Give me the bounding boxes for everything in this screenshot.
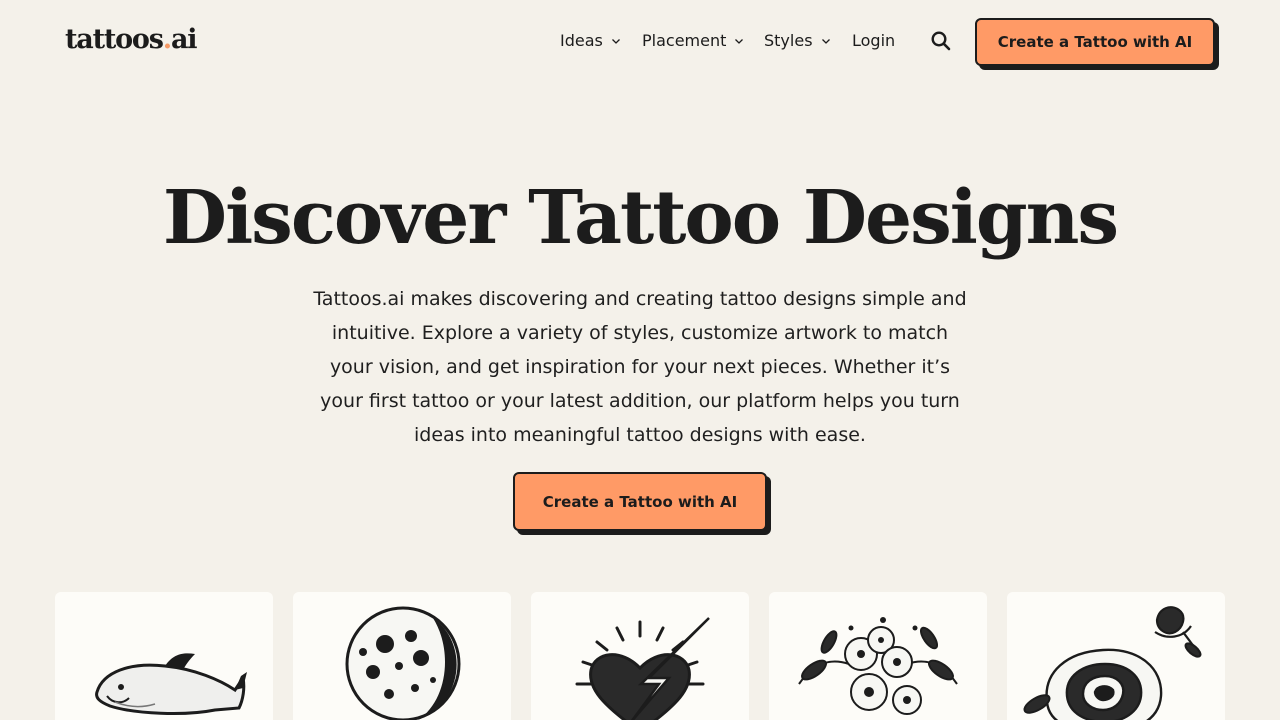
nav-styles[interactable]: Styles (764, 31, 831, 50)
site-header: tattoos.ai Ideas Placement Styles Login … (0, 0, 1280, 86)
nav-ideas[interactable]: Ideas (560, 31, 621, 50)
gallery-card-flowers[interactable] (769, 592, 987, 720)
chevron-down-icon (611, 38, 620, 44)
nav-ideas-label: Ideas (560, 31, 603, 50)
moon-tattoo-image (345, 606, 461, 720)
hero-description: Tattoos.ai makes discovering and creatin… (313, 288, 967, 446)
gallery-card-shark[interactable] (55, 592, 273, 720)
heart-lightning-tattoo-image (575, 617, 710, 720)
nav-placement[interactable]: Placement (642, 31, 744, 50)
shark-tattoo-image (95, 653, 247, 715)
create-tattoo-hero-button[interactable]: Create a Tattoo with AI (513, 472, 767, 531)
logo[interactable]: tattoos.ai (65, 24, 198, 55)
nav-login-label: Login (852, 31, 896, 50)
gallery-card-heart[interactable] (531, 592, 749, 720)
search-icon[interactable] (930, 30, 952, 52)
gallery-card-moon[interactable] (293, 592, 511, 720)
chevron-down-icon (821, 38, 830, 44)
nav-styles-label: Styles (764, 31, 813, 50)
chevron-down-icon (735, 38, 744, 44)
rose-tattoo-image (1023, 606, 1202, 720)
page-title: Discover Tattoo Designs (162, 175, 1119, 261)
flower-tattoo-image (798, 617, 958, 715)
nav-placement-label: Placement (642, 31, 727, 50)
nav-login[interactable]: Login (852, 31, 895, 50)
gallery-card-rose[interactable] (1007, 592, 1225, 720)
create-tattoo-header-button[interactable]: Create a Tattoo with AI (975, 18, 1215, 66)
